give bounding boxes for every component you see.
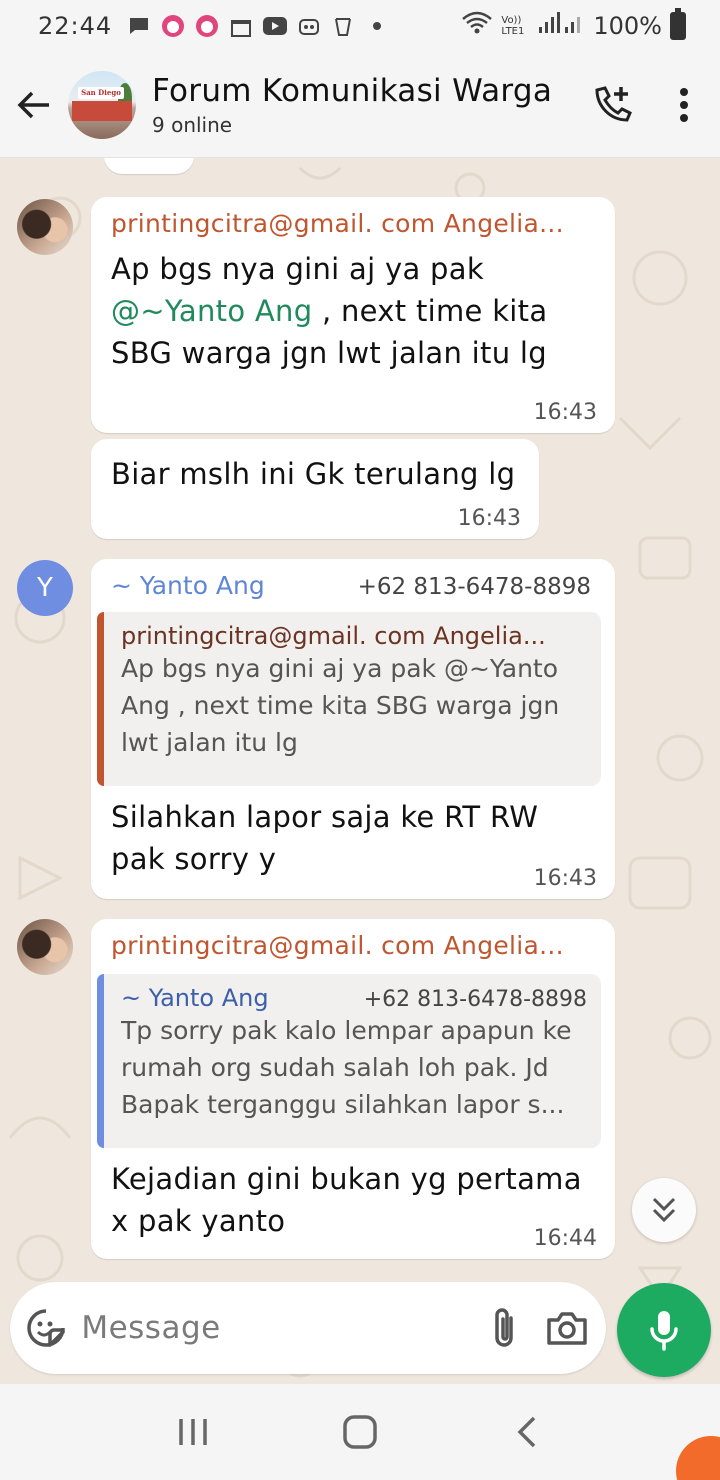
message-time: 16:44 [533,1226,597,1251]
more-vert-icon [680,87,688,122]
arrow-left-icon [17,91,49,118]
status-bar: 22:44 Vo)) LTE1 100% [0,0,720,52]
chevron-double-down-icon [652,1197,676,1223]
battery-icon [670,8,686,40]
app-notification-icon-2 [194,14,220,38]
online-count: 9 online [152,112,233,137]
add-call-icon [595,85,632,122]
quoted-text: Tp sorry pak kalo lempar apapun ke rumah… [121,1016,572,1119]
sender-avatar[interactable] [17,919,73,975]
attach-button[interactable] [472,1282,535,1374]
message-time: 16:43 [533,866,597,891]
mention-link[interactable]: @~Yanto Ang [111,294,312,328]
camera-button[interactable] [535,1282,598,1374]
message-bubble[interactable]: ~ Yanto Ang +62 813-6478-8898 printingci… [91,559,615,899]
system-nav-bar [0,1384,720,1480]
wifi-icon [461,11,493,41]
nav-back-button[interactable] [487,1392,567,1472]
gift-icon [228,14,254,38]
message-bubble[interactable]: printingcitra@gmail. com Angelia... ~ Ya… [91,919,615,1259]
message-bubble[interactable]: Biar mslh ini Gk terulang lg 16:43 [91,439,539,539]
chat-header: San Diego Forum Komunikasi Warga 9 onlin… [0,52,720,158]
chat-area[interactable]: printingcitra@gmail. com Angelia... Ap b… [0,158,720,1384]
message-input[interactable] [81,1310,473,1346]
quote-bar [97,612,104,786]
home-button[interactable] [320,1392,400,1472]
more-options-button[interactable] [648,52,720,157]
camera-icon [546,1312,587,1345]
recent-apps-button[interactable] [153,1392,233,1472]
message-notification-icon [126,14,152,38]
signal-icon [537,11,585,41]
back-button[interactable] [0,52,68,157]
quoted-sender: printingcitra@gmail. com Angelia... [121,622,546,650]
mi-icon [330,14,356,38]
app-notification-icon [160,14,186,38]
sender-name[interactable]: printingcitra@gmail. com Angelia... [111,931,601,960]
sender-name[interactable]: ~ Yanto Ang [111,571,265,600]
quote-bar [97,974,104,1148]
quoted-message[interactable]: printingcitra@gmail. com Angelia... Ap b… [97,612,601,786]
quoted-text: Ap bgs nya gini aj ya pak @~Yanto Ang , … [121,654,560,757]
message-time: 16:43 [457,506,521,531]
message-composer [10,1282,606,1374]
recent-apps-icon [179,1419,208,1445]
chat-title-block[interactable]: Forum Komunikasi Warga 9 online [152,73,576,137]
avatar-sign: San Diego [78,86,124,99]
sender-avatar[interactable] [17,199,73,255]
network-label: Vo)) LTE1 [501,15,525,37]
sender-name[interactable]: printingcitra@gmail. com Angelia... [111,209,597,238]
avatar-letter: Y [37,573,53,603]
quoted-message[interactable]: ~ Yanto Ang +62 813-6478-8898 Tp sorry p… [97,974,601,1148]
scroll-to-bottom-button[interactable] [632,1178,696,1242]
sender-avatar[interactable]: Y [17,560,73,616]
voice-record-button[interactable] [617,1283,711,1377]
battery-percent: 100% [593,12,662,40]
chat-title: Forum Komunikasi Warga [152,72,553,109]
sticker-button[interactable] [10,1282,81,1374]
message-time: 16:43 [533,400,597,425]
youtube-icon [262,14,288,38]
message-text: Biar mslh ini Gk terulang lg [111,457,516,491]
partial-message-bubble[interactable] [104,158,194,174]
add-call-button[interactable] [576,52,648,157]
quoted-phone: +62 813-6478-8898 [363,987,587,1012]
sticker-icon [26,1309,65,1347]
group-avatar[interactable]: San Diego [68,70,136,139]
sender-phone: +62 813-6478-8898 [357,574,591,600]
paperclip-icon [495,1308,513,1347]
message-bubble[interactable]: printingcitra@gmail. com Angelia... Ap b… [91,197,615,433]
mic-icon [650,1311,678,1351]
message-text: Silahkan lapor saja ke RT RW pak sorry y [111,800,539,876]
message-text: Kejadian gini bukan yg pertama x pak yan… [111,1162,582,1238]
status-time: 22:44 [38,12,113,40]
bot-icon [296,14,322,38]
message-text: Ap bgs nya gini aj ya pak @~Yanto Ang , … [111,252,548,370]
nav-back-icon [517,1416,535,1448]
home-icon [343,1415,377,1449]
dot-icon [364,14,390,38]
quoted-sender: ~ Yanto Ang [121,984,269,1012]
